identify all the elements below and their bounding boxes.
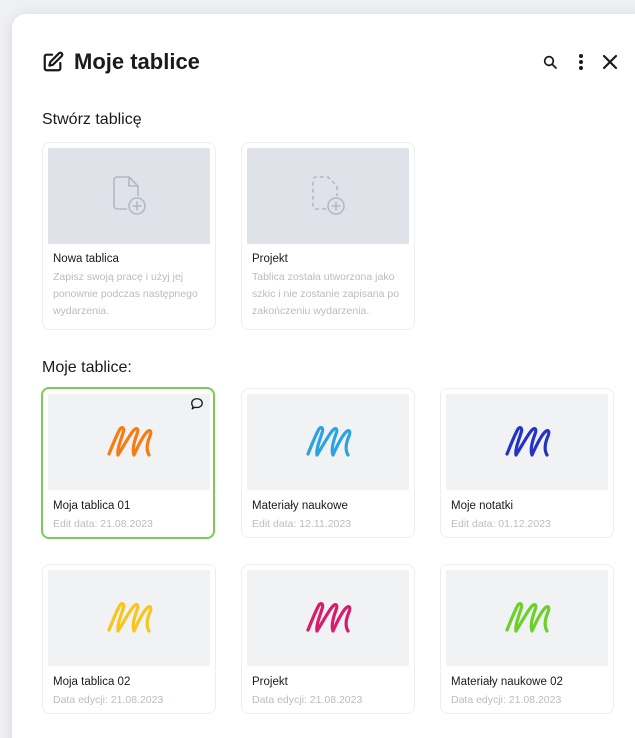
board-card[interactable]: Materiały naukowe 02 Data edycji: 21.08.… (440, 564, 614, 714)
board-thumbnail (446, 394, 608, 490)
board-date: Data edycji: 21.08.2023 (252, 694, 363, 706)
draft-document-icon (312, 176, 345, 215)
board-title: Moje notatki (451, 500, 514, 512)
search-icon (543, 55, 557, 69)
scribble-icon (306, 426, 352, 457)
draft-board-thumbnail (247, 148, 409, 244)
scribble-icon (505, 426, 551, 457)
board-thumbnail (247, 570, 409, 666)
new-board-thumbnail (48, 148, 210, 244)
board-thumbnail (247, 394, 409, 490)
boards-panel: Moje tablice Stwórz tablicę Nowa tablica… (12, 14, 635, 738)
board-card[interactable]: Moja tablica 02 Data edycji: 21.08.2023 (42, 564, 216, 714)
board-date: Edit data: 12.11.2023 (252, 518, 352, 530)
board-thumbnail (48, 394, 210, 490)
board-date: Edit data: 21.08.2023 (53, 518, 153, 530)
board-date: Edit data: 01.12.2023 (451, 518, 551, 530)
search-button[interactable] (538, 50, 562, 74)
board-date: Data edycji: 21.08.2023 (451, 694, 562, 706)
board-card[interactable]: Moje notatki Edit data: 01.12.2023 (440, 388, 614, 538)
scribble-icon (107, 602, 153, 633)
board-title: Moja tablica 01 (53, 500, 131, 512)
board-title: Projekt (252, 676, 288, 688)
card-title: Nowa tablica (53, 253, 119, 265)
my-boards-section-label: Moje tablice: (42, 359, 132, 376)
board-thumbnail (446, 570, 608, 666)
scribble-icon (107, 426, 153, 457)
board-thumbnail (48, 570, 210, 666)
close-button[interactable] (598, 50, 622, 74)
scribble-icon (306, 602, 352, 633)
board-card[interactable]: Materiały naukowe Edit data: 12.11.2023 (241, 388, 415, 538)
board-date: Data edycji: 21.08.2023 (53, 694, 164, 706)
scribble-icon (505, 602, 551, 633)
card-description: Zapisz swoją pracę i użyj jej ponownie p… (53, 271, 198, 317)
close-icon (602, 54, 618, 70)
board-title: Materiały naukowe 02 (451, 676, 563, 688)
panel-header: Moje tablice (42, 50, 622, 74)
more-vertical-icon (579, 54, 583, 70)
card-title: Projekt (252, 253, 288, 265)
page-title: Moje tablice (74, 49, 200, 74)
create-draft-board-card[interactable]: Projekt Tablica została utworzona jako s… (241, 142, 415, 330)
create-new-board-card[interactable]: Nowa tablica Zapisz swoją pracę i użyj j… (42, 142, 216, 330)
edit-icon (43, 51, 64, 72)
board-title: Materiały naukowe (252, 500, 348, 512)
card-description: Tablica została utworzona jako szkic i n… (252, 271, 400, 317)
comment-icon[interactable] (190, 397, 204, 411)
board-card[interactable]: Moja tablica 01 Edit data: 21.08.2023 (41, 387, 215, 539)
create-section-label: Stwórz tablicę (42, 111, 142, 128)
new-document-icon (113, 176, 146, 215)
board-title: Moja tablica 02 (53, 676, 131, 688)
more-options-button[interactable] (569, 50, 593, 74)
board-card[interactable]: Projekt Data edycji: 21.08.2023 (241, 564, 415, 714)
